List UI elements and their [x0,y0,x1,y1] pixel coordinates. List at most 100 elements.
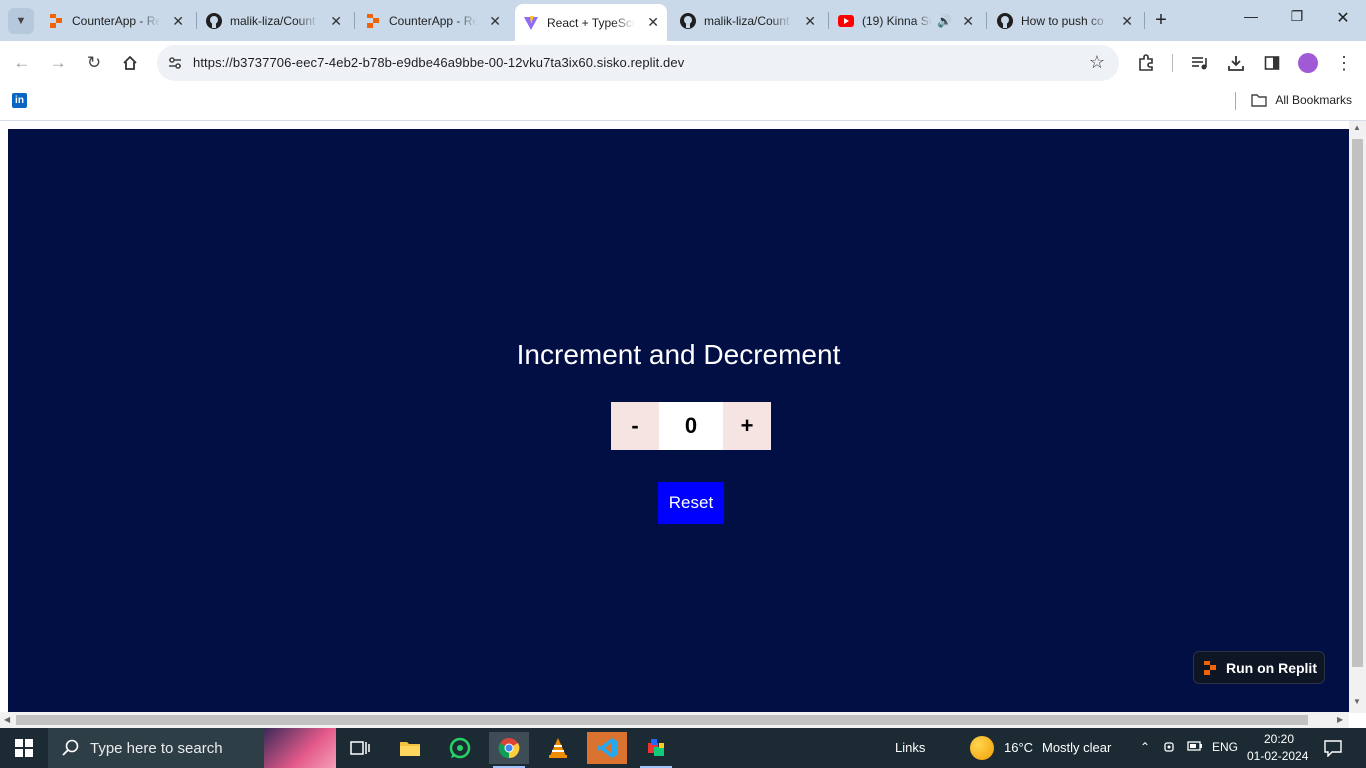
bookmarks-divider [1235,92,1236,110]
language-indicator[interactable]: ENG [1212,740,1238,754]
close-icon[interactable]: ✕ [172,13,184,30]
vlc-button[interactable] [538,732,578,764]
site-settings-icon[interactable] [167,55,183,76]
decrement-button[interactable]: - [611,402,659,450]
side-panel-button[interactable] [1260,51,1284,75]
tab-search-button[interactable]: ▼ [8,8,34,34]
chrome-button[interactable] [489,732,529,768]
reset-button[interactable]: Reset [658,482,724,524]
youtube-icon [838,13,854,29]
clock-date[interactable]: 01-02-2024 [1247,749,1308,763]
replit-icon [1204,660,1216,675]
clock-time[interactable]: 20:20 [1249,732,1309,746]
scroll-left-icon[interactable]: ◀ [4,715,10,724]
tab-title: malik-liza/Count [704,14,790,28]
vertical-scrollbar[interactable]: ▲ ▼ [1349,121,1366,713]
close-icon[interactable]: ✕ [647,14,659,31]
horizontal-scroll-thumb[interactable] [16,715,1308,725]
links-toolbar[interactable]: Links [895,740,925,755]
back-button[interactable]: ← [10,51,34,75]
windows-taskbar: Type here to search Links 16°C Mostly cl… [0,728,1366,768]
start-button[interactable] [4,732,44,764]
close-icon[interactable]: ✕ [330,13,342,30]
close-icon[interactable]: ✕ [1121,13,1133,30]
tab-6[interactable]: How to push co ✕ [989,6,1141,36]
reload-button[interactable]: ↻ [82,51,106,75]
forward-button[interactable]: → [46,51,70,75]
download-icon [1228,56,1244,71]
file-explorer-button[interactable] [390,732,430,764]
minimize-button[interactable]: — [1228,8,1274,24]
tab-title: CounterApp - Re [389,14,477,28]
downloads-button[interactable] [1224,51,1248,75]
search-highlight-image [264,728,336,768]
tab-separator [986,12,987,29]
horizontal-scrollbar[interactable]: ◀ ▶ [0,712,1349,728]
vite-icon [523,15,539,31]
task-view-icon [350,741,370,755]
menu-button[interactable]: ⋮ [1332,51,1356,75]
extensions-button[interactable] [1134,51,1158,75]
tab-separator [354,12,355,29]
close-icon[interactable]: ✕ [962,13,974,30]
puzzle-icon [1139,54,1153,71]
tab-title: How to push co [1021,14,1104,28]
new-tab-button[interactable]: + [1149,8,1173,32]
chevron-up-icon[interactable]: ⌃ [1140,740,1150,754]
task-view-button[interactable] [340,732,380,764]
close-icon[interactable]: ✕ [804,13,816,30]
linkedin-icon[interactable]: in [12,93,27,108]
close-window-button[interactable]: ✕ [1320,8,1366,28]
colorful-app-icon [648,739,664,756]
github-icon [997,13,1013,29]
tab-separator [828,12,829,29]
weather-condition[interactable]: Mostly clear [1042,740,1111,755]
search-placeholder: Type here to search [90,739,223,757]
tab-title: (19) Kinna Su [862,14,932,28]
tab-1[interactable]: malik-liza/Count ✕ [198,6,350,36]
address-bar[interactable]: https://b3737706-eec7-4eb2-b78b-e9dbe46a… [157,45,1119,81]
bookmarks-bar: in All Bookmarks [0,85,1366,121]
close-icon[interactable]: ✕ [489,13,501,30]
replit-icon [365,13,381,29]
weather-temp[interactable]: 16°C [1004,740,1033,755]
profile-button[interactable] [1296,51,1320,75]
meet-now-icon[interactable] [1164,740,1178,757]
github-icon [680,13,696,29]
vertical-scroll-thumb[interactable] [1352,139,1363,667]
battery-icon[interactable] [1187,740,1203,755]
url-text[interactable]: https://b3737706-eec7-4eb2-b78b-e9dbe46a… [193,55,684,70]
vscode-button[interactable] [587,732,627,764]
run-on-replit-label: Run on Replit [1226,659,1317,676]
windows-icon [15,739,33,757]
speaker-icon[interactable]: 🔊 [937,14,952,28]
scroll-down-icon[interactable]: ▼ [1353,697,1361,706]
all-bookmarks-button[interactable]: All Bookmarks [1251,93,1352,107]
browser-toolbar: ← → ↻ https://b3737706-eec7-4eb2-b78b-e9… [0,41,1366,85]
tab-5[interactable]: (19) Kinna Su 🔊 ✕ [830,6,982,36]
vlc-icon [549,738,567,758]
app-button[interactable] [636,732,676,768]
whatsapp-button[interactable] [440,732,480,764]
counter-widget: - 0 + [611,402,771,450]
tab-0[interactable]: CounterApp - Re ✕ [40,6,192,36]
count-value: 0 [659,402,723,450]
tab-4[interactable]: malik-liza/Count ✕ [672,6,824,36]
folder-icon [400,742,420,756]
home-button[interactable] [118,51,142,75]
notifications-icon[interactable] [1324,739,1342,762]
restore-button[interactable]: ❐ [1274,8,1320,25]
weather-icon[interactable] [970,736,994,760]
tab-2[interactable]: CounterApp - Re ✕ [357,6,509,36]
increment-button[interactable]: + [723,402,771,450]
tab-3-active[interactable]: React + TypeScri ✕ [515,4,667,41]
toolbar-divider [1172,54,1173,72]
scroll-up-icon[interactable]: ▲ [1353,123,1361,132]
chrome-icon [498,738,520,759]
tab-title: CounterApp - Re [72,14,160,28]
run-on-replit-button[interactable]: Run on Replit [1193,651,1325,684]
bookmark-star-icon[interactable]: ☆ [1089,52,1105,73]
taskbar-search[interactable]: Type here to search [48,728,336,768]
scroll-right-icon[interactable]: ▶ [1337,715,1343,724]
media-control-button[interactable] [1188,51,1212,75]
